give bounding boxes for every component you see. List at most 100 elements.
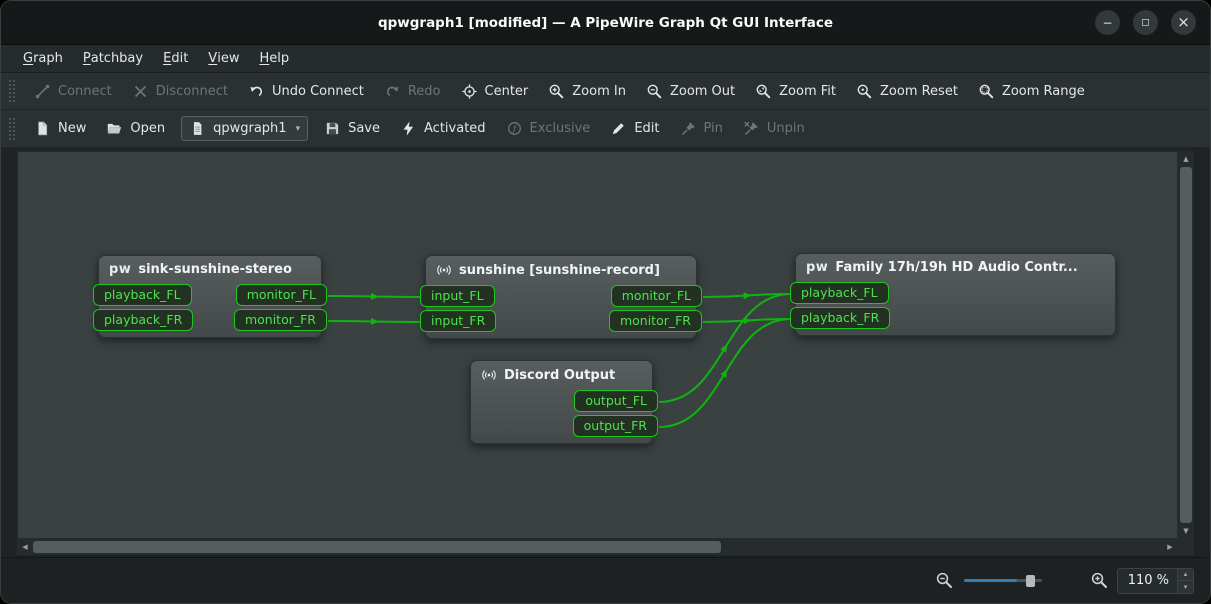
pipewire-icon: pw bbox=[806, 260, 828, 275]
toolbar-label: Center bbox=[485, 84, 529, 99]
canvas-area: pwsink-sunshine-stereoplayback_FLmonitor… bbox=[17, 151, 1194, 555]
save-icon bbox=[324, 120, 341, 137]
zoom-out-button[interactable]: Zoom Out bbox=[637, 78, 744, 105]
scroll-up-button[interactable]: ▲ bbox=[1178, 151, 1194, 167]
disconnect-icon bbox=[132, 83, 149, 100]
wire-sink-sunshine-stereo-monitor_FR-to-sunshine-input_FR[interactable] bbox=[328, 321, 421, 322]
horizontal-scrollbar[interactable]: ◀ ▶ bbox=[17, 539, 1178, 555]
zoom-in-icon[interactable] bbox=[1090, 571, 1109, 590]
toolbar-label: Zoom Reset bbox=[880, 84, 958, 99]
node-ports: playback_FLplayback_FR bbox=[796, 282, 1115, 329]
toolbar-label: qpwgraph1 bbox=[213, 121, 286, 136]
port-monitor_FR[interactable]: monitor_FR bbox=[234, 309, 327, 331]
zoom-fit-button[interactable]: Zoom Fit bbox=[746, 78, 845, 105]
undo-connect-button[interactable]: Undo Connect bbox=[239, 78, 373, 105]
zoom-in-button[interactable]: Zoom In bbox=[539, 78, 635, 105]
graph-toolbar: ConnectDisconnectUndo ConnectRedoCenterZ… bbox=[1, 73, 1210, 110]
node-discord-output[interactable]: Discord Outputoutput_FLoutput_FR bbox=[470, 360, 653, 444]
redo-icon bbox=[384, 83, 401, 100]
spin-buttons: ▴ ▾ bbox=[1177, 569, 1193, 593]
toolbar-label: Zoom Out bbox=[670, 84, 735, 99]
port-output_FL[interactable]: output_FL bbox=[574, 390, 658, 412]
port-row: input_FL monitor_FL bbox=[420, 285, 702, 307]
zoom-spinbox[interactable]: 110 % ▴ ▾ bbox=[1117, 568, 1194, 594]
port-monitor_FL[interactable]: monitor_FL bbox=[611, 285, 702, 307]
toolbar-handle[interactable] bbox=[9, 118, 15, 140]
port-row: playback_FL bbox=[790, 282, 1121, 304]
zoom-slider[interactable] bbox=[964, 573, 1042, 589]
scroll-right-button[interactable]: ▶ bbox=[1162, 539, 1178, 555]
scroll-left-button[interactable]: ◀ bbox=[17, 539, 33, 555]
node-ports: playback_FLmonitor_FLplayback_FRmonitor_… bbox=[99, 284, 321, 331]
vertical-scroll-thumb[interactable] bbox=[1180, 167, 1192, 523]
activated-button[interactable]: Activated bbox=[391, 115, 495, 142]
connect-button: Connect bbox=[25, 78, 121, 105]
zoom-range-icon bbox=[978, 83, 995, 100]
graph-viewport: pwsink-sunshine-stereoplayback_FLmonitor… bbox=[1, 148, 1210, 557]
node-family-audio[interactable]: pwFamily 17h/19h HD Audio Contr...playba… bbox=[795, 253, 1116, 336]
stream-icon bbox=[436, 262, 452, 278]
toolbar-label: Pin bbox=[704, 121, 723, 136]
qpwgraph1-button[interactable]: qpwgraph1▾ bbox=[181, 116, 308, 141]
menu-help[interactable]: Help bbox=[249, 45, 299, 72]
window-title: qpwgraph1 [modified] — A PipeWire Graph … bbox=[378, 15, 833, 31]
node-title: sunshine [sunshine-record] bbox=[459, 263, 660, 278]
port-playback_FR[interactable]: playback_FR bbox=[93, 309, 193, 331]
node-header: Discord Output bbox=[471, 361, 652, 387]
port-row: playback_FR bbox=[790, 307, 1121, 329]
center-icon bbox=[461, 83, 478, 100]
zoom-range-button[interactable]: Zoom Range bbox=[969, 78, 1094, 105]
scroll-down-button[interactable]: ▼ bbox=[1178, 523, 1194, 539]
menubar: GraphPatchbayEditViewHelp bbox=[1, 45, 1210, 73]
spin-down-button[interactable]: ▾ bbox=[1178, 580, 1193, 593]
wire-sunshine-monitor_FR-to-family-audio-playback_FR[interactable] bbox=[703, 319, 791, 322]
toolbar-handle[interactable] bbox=[9, 80, 15, 102]
titlebar[interactable]: qpwgraph1 [modified] — A PipeWire Graph … bbox=[1, 1, 1210, 45]
zoom-out-icon[interactable] bbox=[935, 571, 954, 590]
port-input_FR[interactable]: input_FR bbox=[420, 310, 496, 332]
node-ports: input_FLmonitor_FLinput_FRmonitor_FR bbox=[426, 285, 696, 332]
zoom-reset-button[interactable]: Zoom Reset bbox=[847, 78, 967, 105]
close-button[interactable]: × bbox=[1171, 10, 1196, 35]
wire-sink-sunshine-stereo-monitor_FL-to-sunshine-input_FL[interactable] bbox=[328, 296, 421, 297]
toolbar-label: Zoom In bbox=[572, 84, 626, 99]
port-input_FL[interactable]: input_FL bbox=[420, 285, 495, 307]
zoom-reset-icon bbox=[856, 83, 873, 100]
spin-up-button[interactable]: ▴ bbox=[1178, 569, 1193, 581]
menu-patchbay[interactable]: Patchbay bbox=[73, 45, 153, 72]
toolbar-label: Connect bbox=[58, 84, 112, 99]
port-playback_FL[interactable]: playback_FL bbox=[93, 284, 192, 306]
vertical-scrollbar[interactable]: ▲ ▼ bbox=[1178, 151, 1194, 539]
file-icon bbox=[189, 120, 206, 137]
edit-button[interactable]: Edit bbox=[601, 115, 668, 142]
activated-icon bbox=[400, 120, 417, 137]
zoom-out-icon bbox=[646, 83, 663, 100]
port-monitor_FL[interactable]: monitor_FL bbox=[236, 284, 327, 306]
port-playback_FR[interactable]: playback_FR bbox=[790, 307, 890, 329]
new-button[interactable]: New bbox=[25, 115, 95, 142]
port-row: playback_FL monitor_FL bbox=[93, 284, 327, 306]
node-sink-sunshine-stereo[interactable]: pwsink-sunshine-stereoplayback_FLmonitor… bbox=[98, 255, 322, 338]
open-button[interactable]: Open bbox=[97, 115, 174, 142]
save-button[interactable]: Save bbox=[315, 115, 389, 142]
port-row: output_FL bbox=[465, 390, 658, 412]
wire-sunshine-monitor_FL-to-family-audio-playback_FL[interactable] bbox=[703, 294, 791, 297]
port-monitor_FR[interactable]: monitor_FR bbox=[609, 310, 702, 332]
port-playback_FL[interactable]: playback_FL bbox=[790, 282, 889, 304]
port-output_FR[interactable]: output_FR bbox=[573, 415, 658, 437]
toolbar-label: Save bbox=[348, 121, 380, 136]
exclusive-button: Exclusive bbox=[497, 115, 600, 142]
menu-graph[interactable]: Graph bbox=[13, 45, 73, 72]
maximize-button[interactable]: ◻ bbox=[1133, 10, 1158, 35]
menu-edit[interactable]: Edit bbox=[153, 45, 198, 72]
node-sunshine[interactable]: sunshine [sunshine-record] input_FLmonito… bbox=[425, 255, 697, 339]
menu-view[interactable]: View bbox=[198, 45, 249, 72]
toolbar-label: Unpin bbox=[767, 121, 805, 136]
zoom-slider-handle[interactable] bbox=[1026, 575, 1035, 587]
graph-canvas[interactable]: pwsink-sunshine-stereoplayback_FLmonitor… bbox=[17, 151, 1178, 539]
center-button[interactable]: Center bbox=[452, 78, 538, 105]
minimize-button[interactable]: − bbox=[1095, 10, 1120, 35]
toolbar-label: Activated bbox=[424, 121, 486, 136]
horizontal-scroll-thumb[interactable] bbox=[33, 541, 721, 553]
toolbar-label: Undo Connect bbox=[272, 84, 364, 99]
